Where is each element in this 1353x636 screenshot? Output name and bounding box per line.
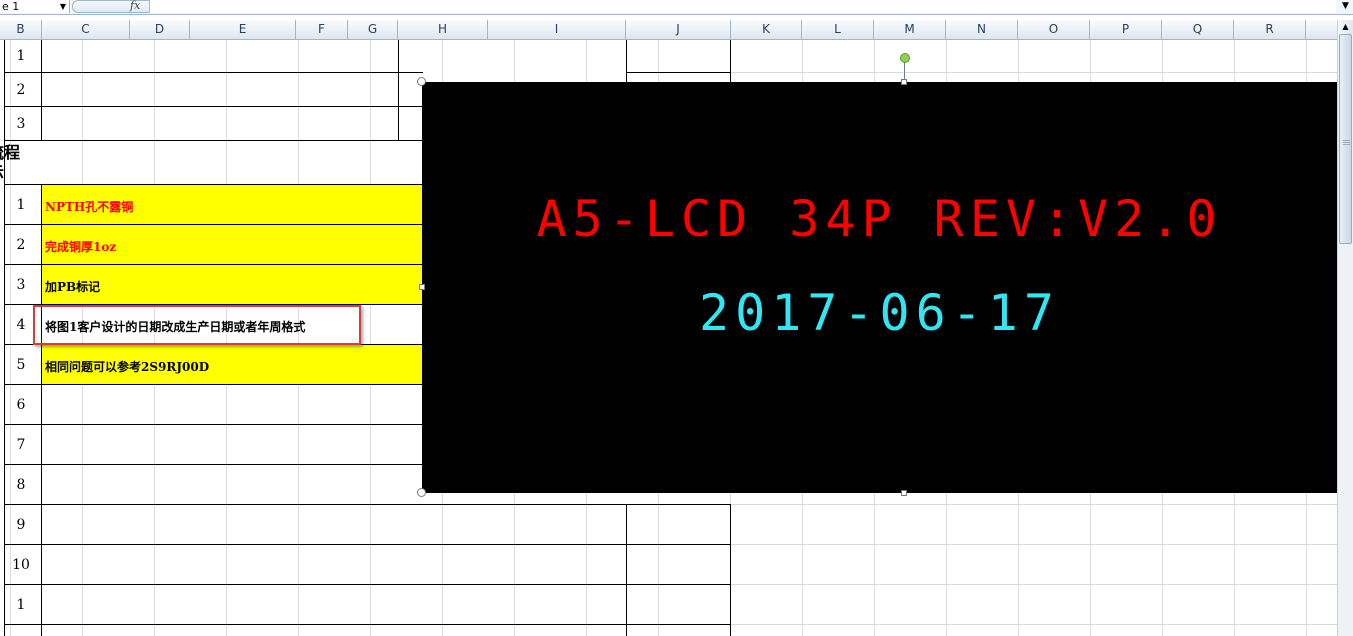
column-header-i[interactable]: I — [488, 20, 626, 39]
scrollbar-grip-icon — [1343, 140, 1350, 146]
flow-step-text[interactable]: 完成铜厚1oz — [45, 238, 116, 255]
row-number: 1 — [16, 48, 26, 64]
callout-highlight-box — [33, 305, 361, 345]
row-number: 9 — [16, 517, 26, 533]
pcb-silkscreen-image[interactable]: A5-LCD 34P REV:V2.0 2017-06-17 — [422, 82, 1337, 493]
image-text-date: 2017-06-17 — [698, 284, 1061, 342]
row-number: 1 — [16, 597, 26, 613]
image-text-model: A5-LCD 34P REV:V2.0 — [536, 190, 1223, 248]
vertical-scrollbar[interactable]: ▲ — [1337, 20, 1353, 636]
resize-handle-left[interactable] — [419, 284, 425, 290]
column-header-p[interactable]: P — [1090, 20, 1162, 39]
resize-handle-bottom[interactable] — [901, 490, 907, 496]
column-header-f[interactable]: F — [296, 20, 348, 39]
column-header-c[interactable]: C — [42, 20, 130, 39]
column-header-m[interactable]: M — [874, 20, 946, 39]
flow-header-label: 流程 示 — [0, 143, 21, 182]
resize-handle-top[interactable] — [901, 79, 907, 85]
name-box-dropdown-icon[interactable]: ▼ — [58, 0, 68, 13]
column-header-o[interactable]: O — [1018, 20, 1090, 39]
column-header-n[interactable]: N — [946, 20, 1018, 39]
column-header-g[interactable]: G — [348, 20, 398, 39]
column-header-q[interactable]: Q — [1162, 20, 1234, 39]
formula-bar: e 1 ▼ fx ▼ — [0, 0, 1353, 15]
flow-step-text[interactable]: 加PB标记 — [45, 278, 100, 295]
row-number: 6 — [16, 397, 26, 413]
row-number: 2 — [16, 82, 26, 98]
row-number: 10 — [12, 557, 30, 573]
scrollbar-thumb[interactable] — [1339, 34, 1352, 244]
flow-step-text[interactable]: NPTH孔不露铜 — [45, 198, 133, 215]
column-header-l[interactable]: L — [802, 20, 874, 39]
row-number: 2 — [16, 237, 26, 253]
rotate-handle[interactable] — [900, 53, 910, 63]
column-header-h[interactable]: H — [398, 20, 488, 39]
column-header-d[interactable]: D — [130, 20, 190, 39]
column-header-e[interactable]: E — [190, 20, 296, 39]
insert-function-icon[interactable]: fx — [130, 0, 140, 12]
row-number: 3 — [16, 116, 26, 132]
column-header-b[interactable]: B — [0, 20, 42, 39]
row-number: 5 — [16, 357, 26, 373]
scroll-up-icon[interactable]: ▲ — [1338, 20, 1353, 34]
row-number: 8 — [16, 477, 26, 493]
flow-step-text[interactable]: 相同问题可以参考2S9RJ00D — [45, 358, 209, 375]
formula-input[interactable] — [150, 0, 1336, 13]
resize-handle-bottom-left[interactable] — [417, 488, 426, 497]
column-header-r[interactable]: R — [1234, 20, 1306, 39]
column-header-bar: B C D E F G H I J K L M N O P Q R — [0, 20, 1337, 40]
formula-bar-collapse-icon[interactable]: ▼ — [1338, 0, 1353, 13]
row-number: 3 — [16, 277, 26, 293]
resize-handle-top-left[interactable] — [417, 77, 426, 86]
column-header-k[interactable]: K — [731, 20, 802, 39]
column-header-j[interactable]: J — [626, 20, 731, 39]
row-number: 7 — [16, 437, 26, 453]
row-number: 1 — [16, 197, 26, 213]
